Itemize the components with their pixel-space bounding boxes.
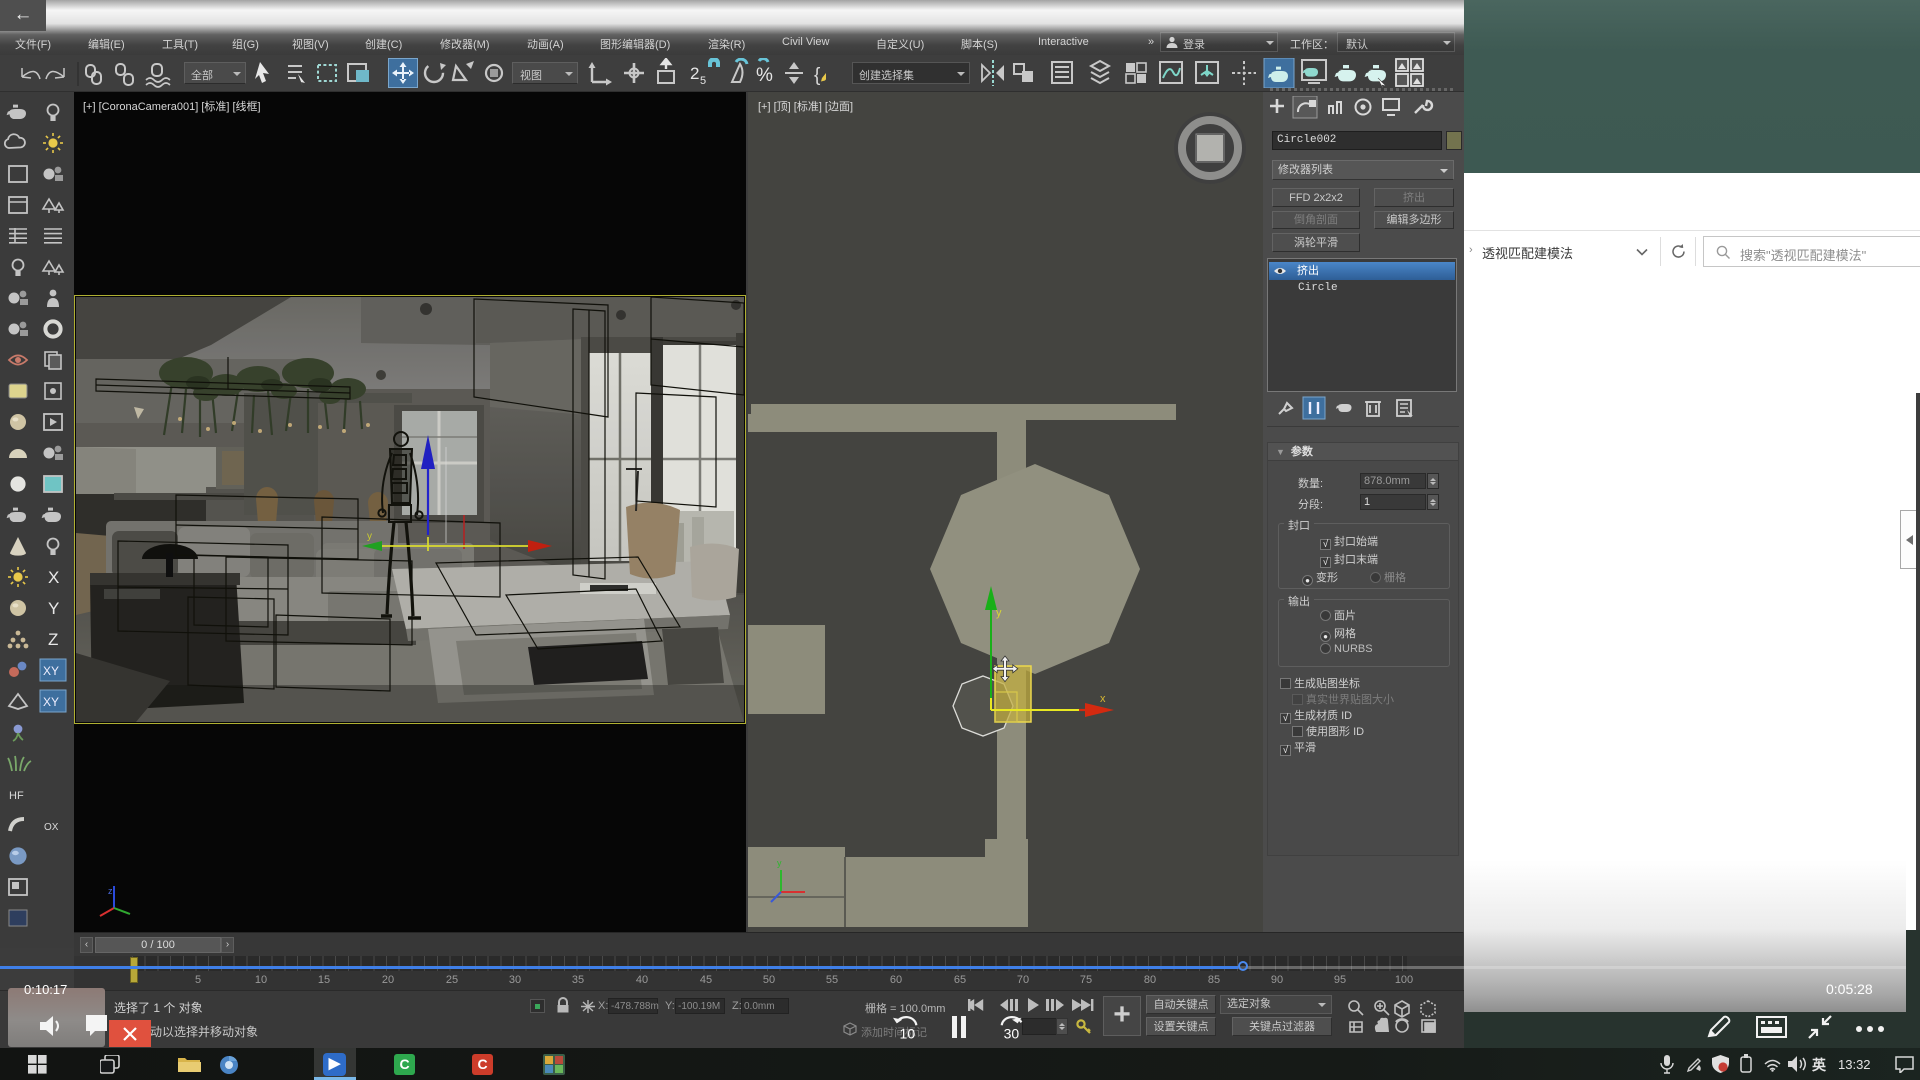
svg-text:10: 10 (900, 1025, 916, 1041)
svg-text:X: X (48, 568, 59, 587)
svg-text:XY: XY (43, 664, 59, 678)
svg-text:2: 2 (690, 64, 699, 83)
svg-text:y: y (996, 607, 1002, 619)
svg-text:XY: XY (43, 695, 59, 709)
svg-text:y: y (777, 858, 782, 868)
svg-text:x: x (1100, 693, 1106, 705)
svg-text:z: z (108, 886, 113, 896)
svg-text:%: % (756, 65, 773, 86)
svg-text:HF: HF (9, 790, 24, 802)
svg-text:{: { (814, 65, 821, 86)
svg-text:OX: OX (44, 822, 59, 833)
svg-text:30: 30 (1004, 1025, 1020, 1041)
svg-text:Y: Y (48, 599, 59, 618)
svg-text:5: 5 (700, 75, 706, 87)
svg-text:Z: Z (48, 630, 58, 649)
